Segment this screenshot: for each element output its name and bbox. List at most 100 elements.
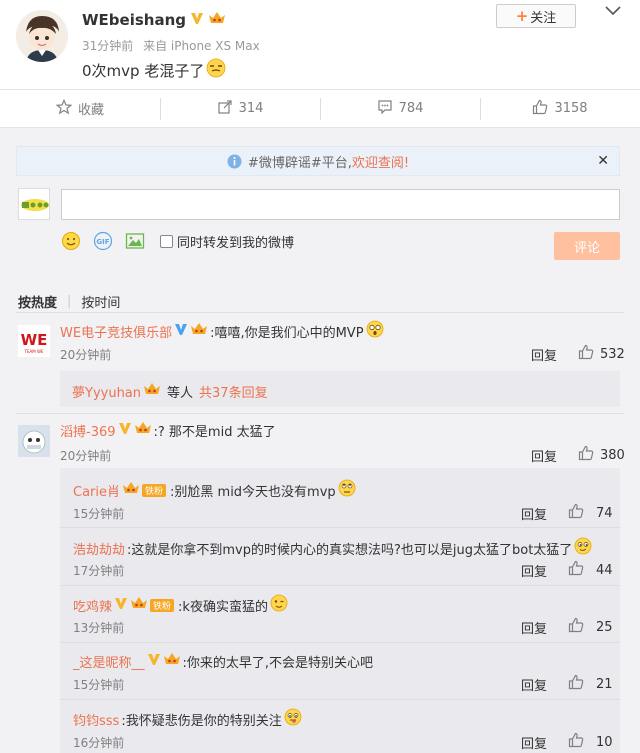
eye-roll-emoji-icon [338, 479, 356, 501]
composer-tools: GIF 同时转发到我的微博 [60, 230, 294, 252]
comment-avatar[interactable]: WE TEAM WE [18, 325, 50, 357]
post-action-bar: 收藏 314 784 3158 [0, 90, 640, 128]
reply-text: :这就是你拿不到mvp的时候内心的真实想法吗?也可以是jug太猛了bot太猛了 [127, 542, 573, 558]
repost-button[interactable]: 314 [160, 90, 320, 127]
smirk-emoji-icon [574, 537, 592, 559]
reply-time: 17分钟前 [73, 564, 125, 578]
like-count: 3158 [554, 101, 588, 116]
reply-line: _这是昵称__ :你来的太早了,不会是特别关心吧 [73, 651, 373, 671]
tab-sort-time[interactable]: 按时间 [81, 292, 120, 311]
reply-divider [60, 699, 620, 700]
reply-divider [60, 527, 620, 528]
thumbs-up-icon [568, 674, 584, 694]
comment-text: :嘻嘻,你是我们心中的MVP [210, 325, 364, 341]
post-time[interactable]: 31分钟前 [82, 39, 133, 53]
reply-author[interactable]: Carie肖 [73, 481, 120, 500]
my-avatar[interactable] [18, 188, 50, 220]
chevron-down-icon[interactable] [604, 4, 622, 18]
submit-comment-button[interactable]: 评论 [554, 232, 620, 260]
reply-button[interactable]: 回复 [521, 504, 547, 523]
follow-button[interactable]: + 关注 [496, 4, 576, 28]
verified-v-icon [114, 596, 128, 614]
comment-line: 滔搏-369 :? 那不是mid 太猛了 [60, 420, 276, 440]
image-icon[interactable] [124, 230, 146, 252]
reply-divider [60, 642, 620, 643]
repost-option[interactable]: 同时转发到我的微博 [160, 232, 294, 251]
reply-line: 吃鸡辣 铁粉 :k夜确实蛮猛的 [73, 594, 288, 616]
verified-v-icon [147, 652, 161, 670]
vip-crown-icon [122, 480, 140, 500]
reply-author[interactable]: 浩劫劫劫 [73, 539, 125, 558]
thumbs-up-icon [578, 445, 594, 465]
close-icon[interactable]: ✕ [597, 153, 609, 169]
repost-checkbox[interactable] [160, 234, 173, 248]
post-content: 0次mvp 老混子了 [82, 58, 226, 82]
author-name[interactable]: WEbeishang [82, 11, 186, 29]
emoji-icon[interactable] [60, 230, 82, 252]
surprised-emoji-icon [366, 320, 384, 342]
reply-like-button[interactable]: 21 [568, 674, 613, 694]
notice-link[interactable]: 欢迎查阅! [352, 152, 409, 171]
sort-divider [16, 312, 624, 313]
author-avatar[interactable] [16, 10, 68, 62]
reply-button[interactable]: 回复 [531, 345, 557, 364]
thumbs-up-icon [532, 99, 548, 119]
reply-author[interactable]: _这是昵称__ [73, 652, 145, 671]
favorite-label: 收藏 [77, 103, 104, 118]
comment-like-count: 532 [600, 346, 625, 362]
summary-middle: 等人 [167, 385, 194, 401]
reply-like-count: 25 [596, 619, 613, 635]
comment-time: 20分钟前 [60, 348, 112, 362]
reply-text: :你来的太早了,不会是特别关心吧 [182, 655, 374, 671]
favorite-button[interactable]: 收藏 [0, 90, 160, 127]
comment-author[interactable]: WE电子竞技俱乐部 [60, 322, 172, 341]
reply-like-button[interactable]: 10 [568, 732, 613, 752]
svg-text:WE: WE [21, 331, 48, 349]
sneer-emoji-icon [206, 58, 226, 82]
reply-like-button[interactable]: 44 [568, 560, 613, 580]
comment-like-count: 380 [600, 447, 625, 463]
reply-text: :我怀疑悲伤是你的特别关注 [121, 713, 282, 729]
reply-button[interactable]: 回复 [521, 675, 547, 694]
rumor-notice-bar: #微博辟谣#平台, 欢迎查阅! ✕ [16, 146, 620, 176]
reply-time: 15分钟前 [73, 507, 125, 521]
post-meta: 31分钟前 来自 iPhone XS Max [82, 37, 260, 54]
comment-icon [377, 99, 393, 119]
reply-like-button[interactable]: 25 [568, 617, 613, 637]
vip-crown-icon [143, 381, 161, 401]
comment-sort-tabs: 按热度 | 按时间 [18, 292, 120, 311]
comment-input[interactable] [61, 189, 620, 220]
comment-divider [16, 413, 624, 414]
star-icon [55, 98, 73, 119]
reply-button[interactable]: 回复 [521, 618, 547, 637]
repost-count: 314 [238, 101, 264, 116]
comment-like-button[interactable]: 380 [578, 445, 625, 465]
comment-like-button[interactable]: 532 [578, 344, 625, 364]
reply-button[interactable]: 回复 [521, 561, 547, 580]
gif-icon[interactable]: GIF [92, 230, 114, 252]
thumbs-up-icon [568, 503, 584, 523]
reply-like-count: 44 [596, 562, 613, 578]
reply-time: 13分钟前 [73, 621, 125, 635]
comment-avatar[interactable] [18, 425, 50, 457]
reply-button[interactable]: 回复 [531, 446, 557, 465]
reply-like-button[interactable]: 74 [568, 503, 613, 523]
replies-summary[interactable]: 夢Yyyuhan 等人 共37条回复 [60, 371, 620, 407]
comment-author[interactable]: 滔搏-369 [60, 421, 116, 440]
vip-crown-icon [190, 321, 208, 341]
like-button[interactable]: 3158 [480, 90, 640, 127]
comment-count: 784 [398, 101, 424, 116]
thumbs-up-icon [568, 617, 584, 637]
summary-link[interactable]: 共37条回复 [199, 382, 268, 401]
vip-crown-icon [130, 595, 148, 615]
reply-author[interactable]: 钧钧sss [73, 710, 119, 729]
reply-button[interactable]: 回复 [521, 733, 547, 752]
plus-icon: + [515, 7, 529, 25]
reply-time: 16分钟前 [73, 736, 125, 750]
verified-v-icon [190, 11, 204, 29]
reply-author[interactable]: 吃鸡辣 [73, 596, 112, 615]
comment-button[interactable]: 784 [320, 90, 480, 127]
tab-sort-hot[interactable]: 按热度 [18, 292, 57, 311]
comment-time: 20分钟前 [60, 449, 112, 463]
summary-user[interactable]: 夢Yyyuhan [72, 382, 141, 401]
